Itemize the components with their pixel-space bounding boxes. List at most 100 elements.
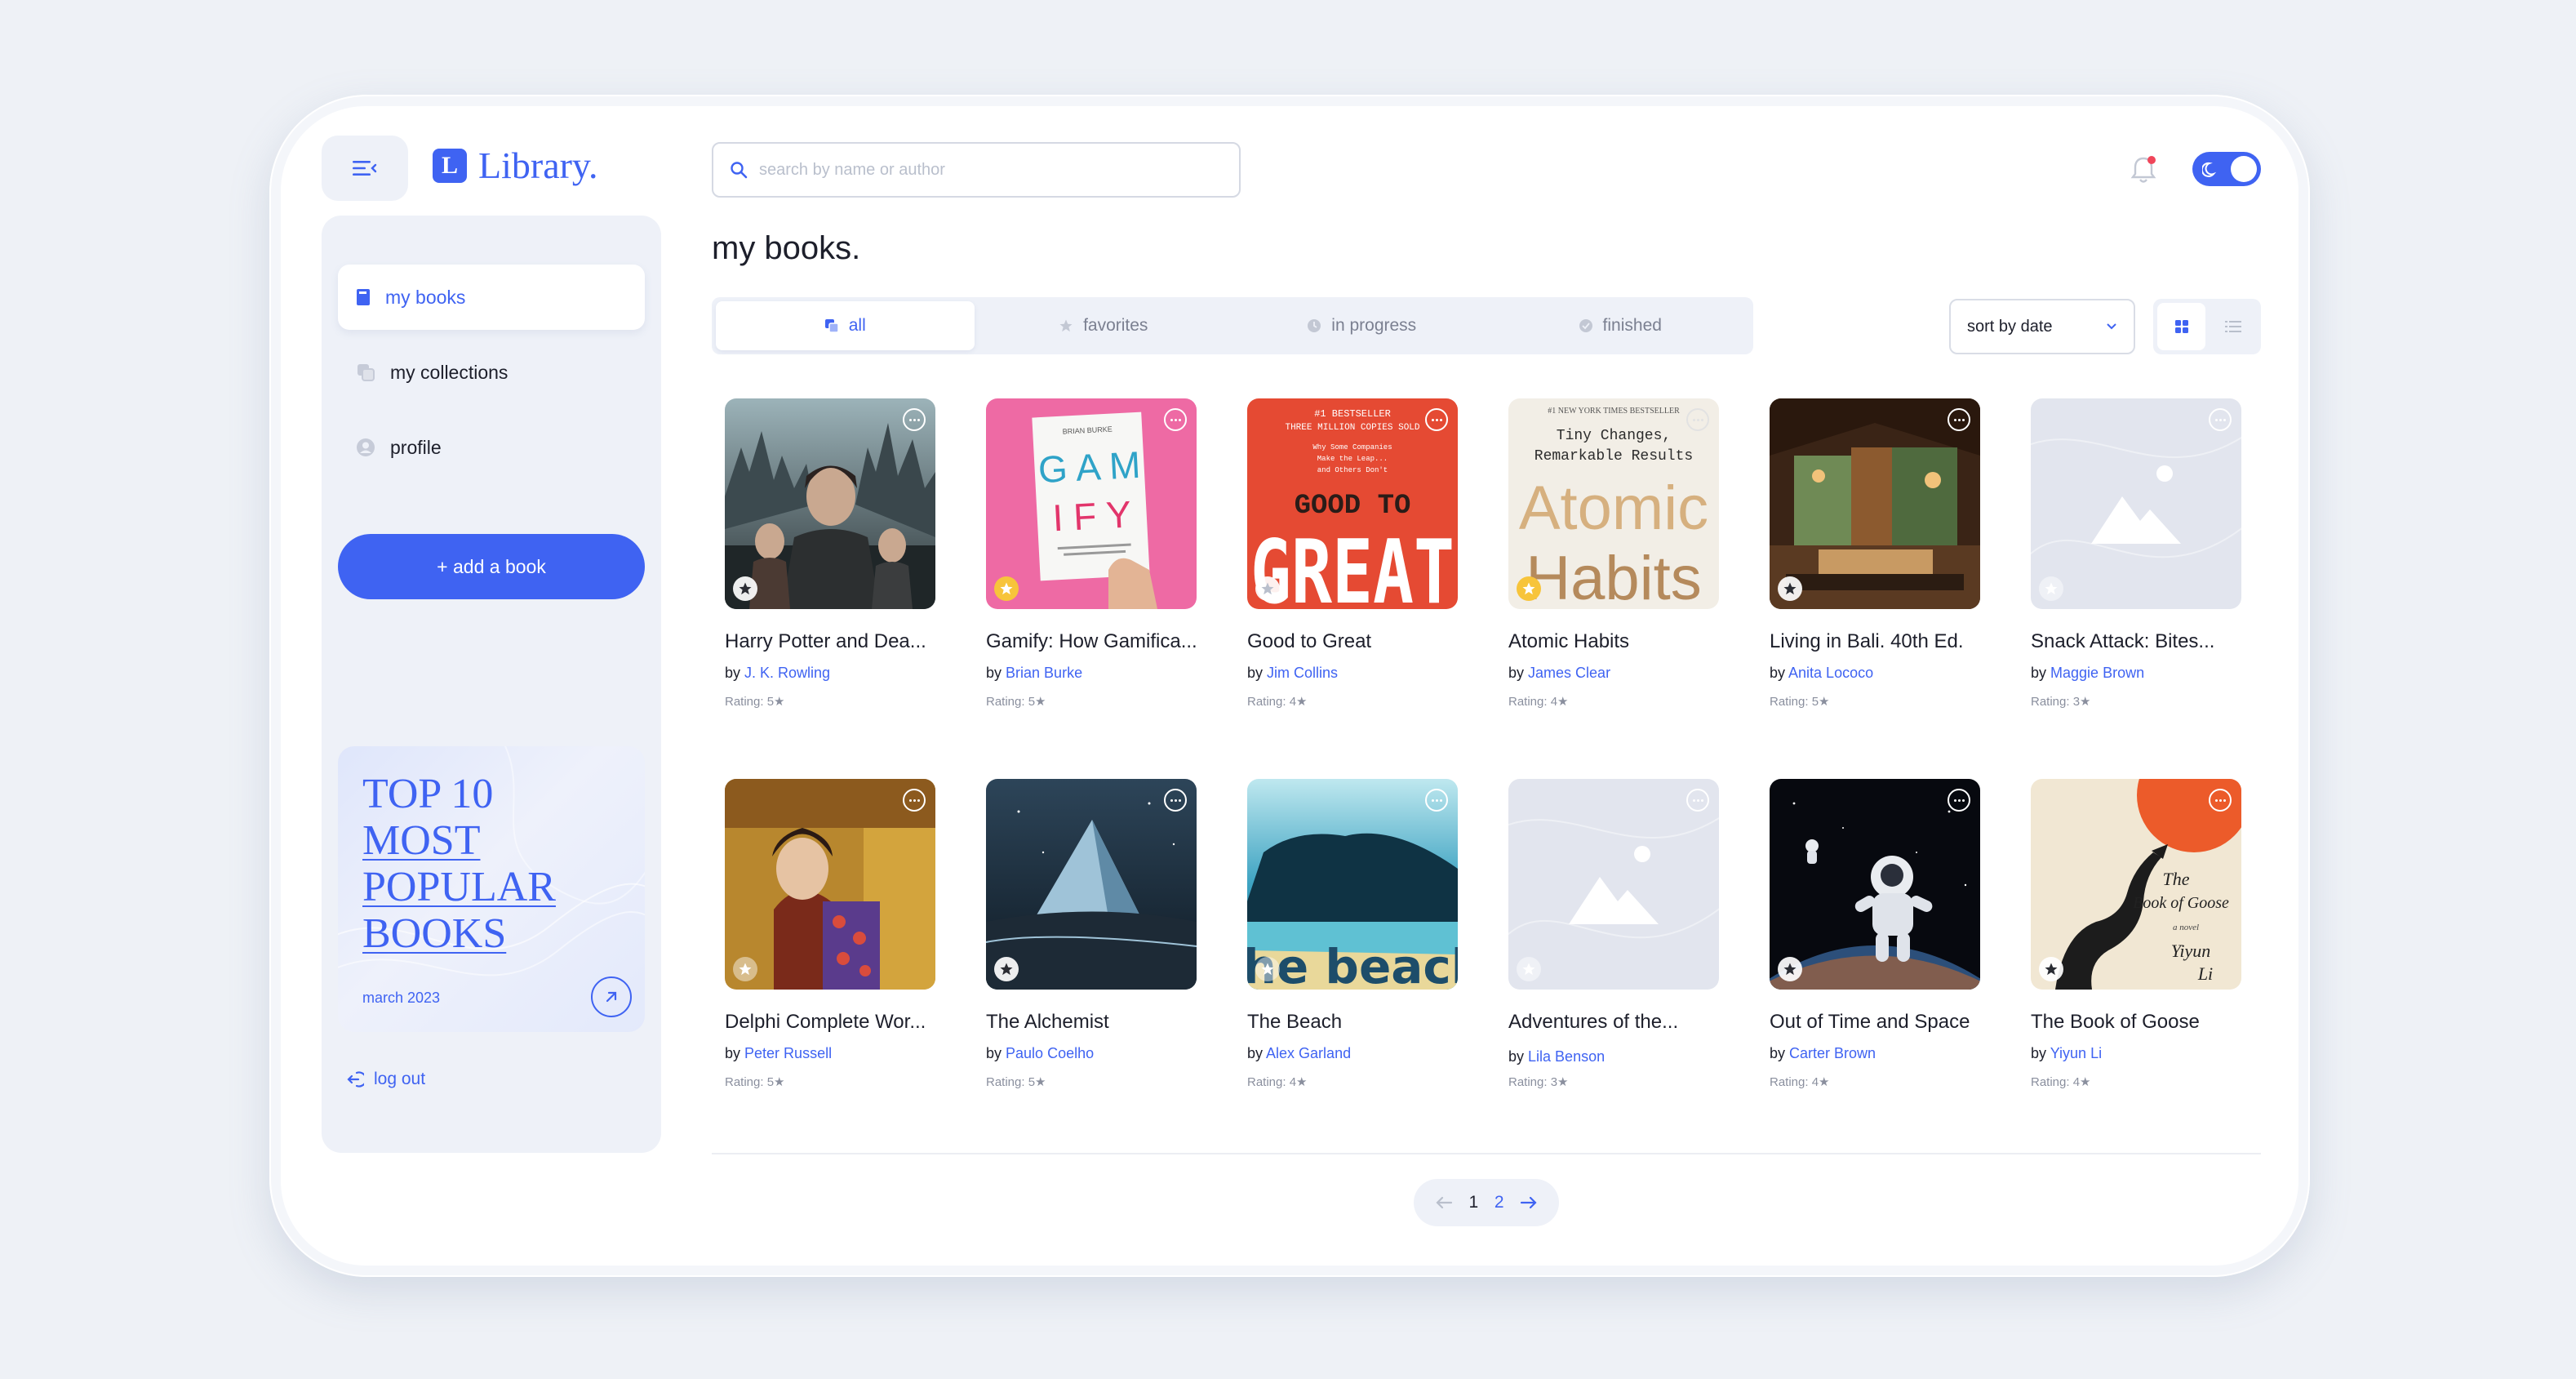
cover-subtitle: Remarkable Results (1534, 448, 1693, 465)
page-number[interactable]: 2 (1495, 1193, 1504, 1212)
book-card[interactable]: the beach The Beach by Alex Garland Rati… (1247, 779, 1459, 1122)
more-options-button[interactable] (2209, 789, 2232, 812)
more-options-button[interactable] (1425, 408, 1448, 431)
promo-title: TOP 10 MOST POPULAR BOOKS (362, 771, 624, 957)
tab-in-progress[interactable]: in progress (1232, 301, 1491, 350)
promo-open-button[interactable] (591, 976, 632, 1017)
favorite-toggle[interactable] (2039, 957, 2063, 981)
tab-finished[interactable]: finished (1491, 301, 1750, 350)
author-link[interactable]: Alex Garland (1266, 1045, 1351, 1061)
author-link[interactable]: Carter Brown (1789, 1045, 1876, 1061)
book-card[interactable]: #1 NEW YORK TIMES BESTSELLER Tiny Change… (1508, 398, 1721, 741)
tab-favorites[interactable]: favorites (975, 301, 1233, 350)
arrow-left-icon[interactable] (1435, 1195, 1453, 1210)
more-options-button[interactable] (1686, 408, 1709, 431)
arrow-right-icon[interactable] (1520, 1195, 1538, 1210)
page-number-current[interactable]: 1 (1468, 1193, 1478, 1212)
sort-label: sort by date (1967, 317, 2053, 336)
by-label: by (2031, 1045, 2047, 1061)
cover-title-line: Atomic (1519, 474, 1708, 543)
book-cover-art (1770, 398, 1980, 609)
menu-toggle-button[interactable] (322, 136, 408, 201)
favorite-toggle[interactable] (1778, 957, 1802, 981)
book-rating: Rating: 3★ (2031, 695, 2091, 709)
list-view-button[interactable] (2209, 303, 2257, 350)
more-options-button[interactable] (1425, 789, 1448, 812)
book-card[interactable]: Harry Potter and Dea... by J. K. Rowling… (725, 398, 937, 741)
book-card[interactable]: #1 BESTSELLER THREE MILLION COPIES SOLD … (1247, 398, 1459, 741)
favorite-toggle[interactable] (994, 576, 1019, 601)
more-options-button[interactable] (1164, 789, 1187, 812)
book-card[interactable]: Out of Time and Space by Carter Brown Ra… (1770, 779, 1982, 1122)
clock-icon (1308, 319, 1321, 332)
more-options-button[interactable] (1948, 789, 1970, 812)
favorite-toggle[interactable] (2039, 576, 2063, 601)
book-author: by James Clear (1508, 665, 1610, 682)
tab-all[interactable]: all (716, 301, 975, 350)
by-label: by (1247, 665, 1264, 681)
book-cover: #1 BESTSELLER THREE MILLION COPIES SOLD … (1247, 398, 1458, 609)
author-link[interactable]: Maggie Brown (2050, 665, 2144, 681)
author-link[interactable]: Brian Burke (1006, 665, 1082, 681)
logout-button[interactable]: log out (346, 1070, 425, 1089)
favorite-toggle[interactable] (994, 957, 1019, 981)
favorite-toggle[interactable] (733, 957, 757, 981)
author-link[interactable]: Peter Russell (744, 1045, 832, 1061)
favorite-toggle[interactable] (1255, 576, 1280, 601)
book-card[interactable]: The Alchemist by Paulo Coelho Rating: 5★ (986, 779, 1198, 1122)
cover-title-line: G A M (1037, 443, 1142, 491)
app-logo[interactable]: L Library. (433, 144, 597, 187)
top-books-promo-card[interactable]: TOP 10 MOST POPULAR BOOKS march 2023 (338, 746, 645, 1032)
sort-select[interactable]: sort by date (1949, 299, 2135, 354)
grid-view-button[interactable] (2157, 303, 2205, 350)
book-cover (986, 779, 1197, 990)
sidebar-item-my-books[interactable]: my books (338, 265, 645, 330)
more-options-button[interactable] (2209, 408, 2232, 431)
view-mode-toggle (2153, 299, 2261, 354)
book-rating: Rating: 4★ (1770, 1075, 1830, 1089)
book-author: by Paulo Coelho (986, 1045, 1094, 1062)
book-card[interactable]: The Book of Goose a novel Yiyun Li The B… (2031, 779, 2243, 1122)
author-link[interactable]: Jim Collins (1267, 665, 1338, 681)
author-link[interactable]: Yiyun Li (2050, 1045, 2102, 1061)
more-options-button[interactable] (903, 408, 926, 431)
book-card[interactable]: Delphi Complete Wor... by Peter Russell … (725, 779, 937, 1122)
book-author: by Alex Garland (1247, 1045, 1351, 1062)
cover-subtitle: and Others Don't (1317, 466, 1388, 474)
add-book-button[interactable]: + add a book (338, 534, 645, 599)
cover-author: Yiyun (2171, 941, 2210, 961)
favorite-toggle[interactable] (733, 576, 757, 601)
book-cover (1770, 398, 1980, 609)
book-card[interactable]: Living in Bali. 40th Ed. by Anita Lococo… (1770, 398, 1982, 741)
more-options-button[interactable] (1164, 408, 1187, 431)
author-link[interactable]: J. K. Rowling (744, 665, 830, 681)
book-cover-art (1770, 779, 1980, 990)
book-title: The Beach (1247, 1011, 1343, 1033)
more-options-button[interactable] (903, 789, 926, 812)
more-options-button[interactable] (1948, 408, 1970, 431)
star-icon (1783, 582, 1797, 595)
more-options-button[interactable] (1686, 789, 1709, 812)
author-link[interactable]: Anita Lococo (1788, 665, 1873, 681)
favorite-toggle[interactable] (1517, 957, 1541, 981)
search-input[interactable] (759, 160, 1239, 180)
book-card[interactable]: Snack Attack: Bites... by Maggie Brown R… (2031, 398, 2243, 741)
book-author: by Lila Benson (1508, 1048, 1605, 1065)
notification-bell-icon[interactable] (2129, 153, 2158, 186)
search-box (712, 142, 1241, 198)
favorite-toggle[interactable] (1255, 957, 1280, 981)
book-card[interactable]: BRIAN BURKE G A M I F Y Gamify: How Gami… (986, 398, 1198, 741)
author-link[interactable]: Lila Benson (1528, 1048, 1605, 1065)
dark-mode-toggle[interactable] (2192, 152, 2261, 186)
author-link[interactable]: James Clear (1528, 665, 1610, 681)
book-cover (725, 398, 935, 609)
author-link[interactable]: Paulo Coelho (1006, 1045, 1094, 1061)
list-icon (2224, 321, 2241, 332)
promo-line: MOST (362, 817, 481, 864)
book-card[interactable]: Adventures of the... by Lila Benson Rati… (1508, 779, 1721, 1122)
sidebar-item-profile[interactable]: profile (338, 415, 645, 480)
favorite-toggle[interactable] (1778, 576, 1802, 601)
promo-line: BOOKS (362, 910, 507, 957)
favorite-toggle[interactable] (1517, 576, 1541, 601)
sidebar-item-my-collections[interactable]: my collections (338, 340, 645, 405)
